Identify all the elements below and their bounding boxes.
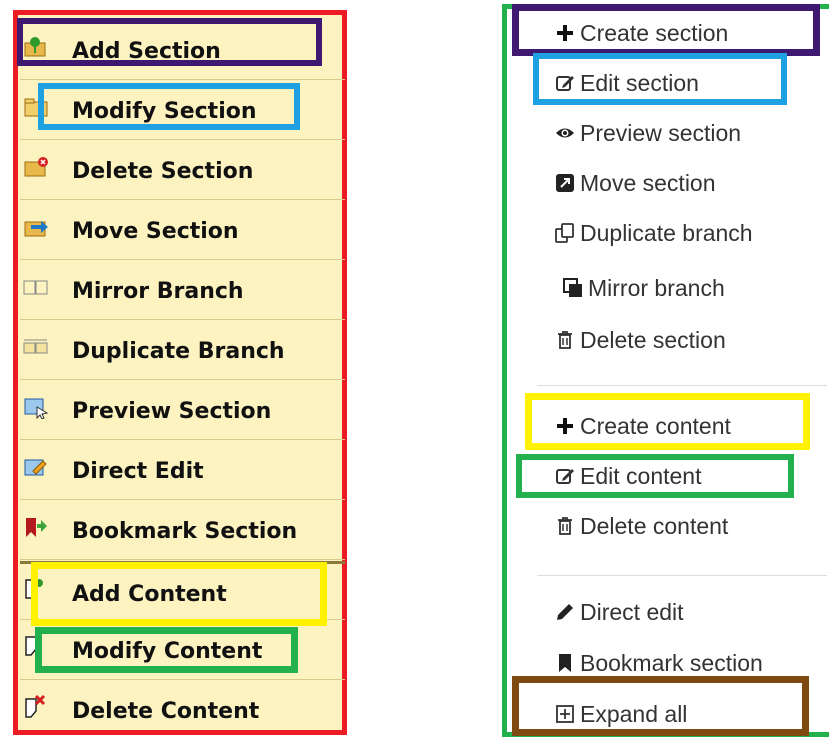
- menu-divider: [537, 575, 827, 576]
- new-menu-label: Move section: [580, 169, 716, 196]
- new-menu-item-duplicate-branch[interactable]: Duplicate branch: [555, 219, 753, 247]
- old-menu-item-move-section[interactable]: Move Section: [20, 201, 345, 260]
- direct-edit-icon: [24, 459, 47, 476]
- new-menu-item-bookmark-section[interactable]: Bookmark section: [555, 649, 763, 677]
- highlight-box-blue-left: [38, 83, 300, 130]
- pencil-icon: [557, 604, 573, 620]
- new-menu-item-direct-edit[interactable]: Direct edit: [555, 598, 684, 626]
- new-menu-item-move-section[interactable]: Move section: [555, 169, 716, 197]
- eye-icon: [556, 128, 574, 138]
- new-context-menu: Create section Edit section Preview sect…: [502, 4, 829, 737]
- copy-icon: [555, 223, 574, 243]
- highlight-box-brown-right: [512, 676, 809, 736]
- new-menu-label: Mirror branch: [588, 274, 725, 301]
- new-menu-label: Preview section: [580, 119, 742, 146]
- highlight-box-blue-right: [533, 53, 787, 105]
- old-menu-label: Preview Section: [72, 399, 272, 424]
- duplicate-branch-icon: [23, 339, 48, 354]
- highlight-box-purple-right: [512, 4, 820, 56]
- mirror-icon: [563, 278, 582, 297]
- delete-content-icon: [25, 695, 46, 718]
- highlight-box-yellow-right: [525, 393, 810, 450]
- old-menu-label: Move Section: [72, 219, 239, 244]
- highlight-box-green-left: [35, 627, 298, 673]
- old-menu-label: Bookmark Section: [72, 519, 298, 544]
- old-menu-item-delete-content[interactable]: Delete Content: [20, 681, 345, 740]
- new-menu-label: Direct edit: [580, 598, 684, 625]
- new-menu-label: Bookmark section: [580, 649, 763, 676]
- trash-icon: [558, 331, 572, 349]
- bookmark-section-icon: [26, 518, 47, 537]
- old-menu-label: Delete Content: [72, 699, 260, 724]
- old-menu-label: Mirror Branch: [72, 279, 244, 304]
- highlight-box-yellow-left: [31, 562, 327, 626]
- trash-icon: [558, 517, 572, 535]
- old-menu-item-duplicate-branch[interactable]: Duplicate Branch: [20, 321, 345, 380]
- old-menu-label: Duplicate Branch: [72, 339, 285, 364]
- old-menu-item-direct-edit[interactable]: Direct Edit: [20, 441, 345, 500]
- new-menu-item-delete-content[interactable]: Delete content: [555, 512, 728, 540]
- new-menu-item-preview-section[interactable]: Preview section: [555, 119, 741, 147]
- new-menu-item-mirror-branch[interactable]: Mirror branch: [563, 274, 725, 302]
- new-menu-label: Duplicate branch: [580, 219, 753, 246]
- delete-section-icon: [24, 157, 48, 177]
- bookmark-icon: [559, 654, 571, 672]
- old-menu-item-bookmark-section[interactable]: Bookmark Section: [20, 501, 345, 560]
- mirror-branch-icon: [23, 280, 48, 295]
- old-menu-label: Direct Edit: [72, 459, 204, 484]
- new-menu-label: Delete section: [580, 326, 726, 353]
- old-menu-item-mirror-branch[interactable]: Mirror Branch: [20, 261, 345, 320]
- highlight-box-purple-left: [17, 18, 322, 66]
- old-menu-item-delete-section[interactable]: Delete Section: [20, 141, 345, 200]
- preview-section-icon: [24, 398, 49, 419]
- move-icon: [556, 174, 574, 192]
- highlight-box-green-right: [516, 454, 794, 498]
- menu-divider: [537, 385, 827, 386]
- new-menu-item-delete-section[interactable]: Delete section: [555, 326, 726, 354]
- old-menu-item-preview-section[interactable]: Preview Section: [20, 381, 345, 440]
- move-section-icon: [24, 221, 48, 237]
- old-menu-label: Delete Section: [72, 159, 254, 184]
- new-menu-label: Delete content: [580, 512, 729, 539]
